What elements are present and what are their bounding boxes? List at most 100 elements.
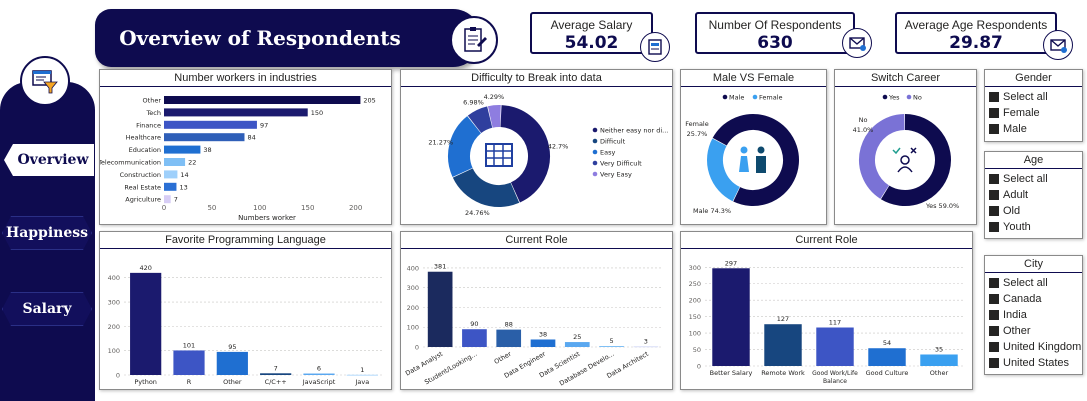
city-slicer: City Select all Canada India Other United Ki… bbox=[984, 255, 1083, 375]
bar bbox=[712, 268, 750, 366]
bar bbox=[633, 346, 659, 348]
slicer-option-age[interactable]: Youth bbox=[989, 219, 1082, 235]
slicer-option-age[interactable]: Select all bbox=[989, 171, 1082, 187]
bar bbox=[216, 351, 248, 375]
data-label: Yes 59.0% bbox=[925, 202, 959, 210]
kpi-label: Number Of Respondents bbox=[708, 18, 842, 32]
checkbox-icon[interactable] bbox=[989, 174, 999, 184]
data-label: 97 bbox=[260, 121, 268, 129]
bar bbox=[164, 133, 245, 142]
x-tick-label: 100 bbox=[253, 204, 266, 212]
slicer-option-city[interactable]: Select all bbox=[989, 275, 1082, 291]
male-head bbox=[757, 146, 765, 154]
slicer-option-city[interactable]: Canada bbox=[989, 291, 1082, 307]
checkbox-icon[interactable] bbox=[989, 278, 999, 288]
kpi-value: 29.87 bbox=[949, 33, 1003, 53]
data-label: 3 bbox=[644, 337, 648, 345]
nav-salary-button[interactable]: Salary bbox=[2, 292, 92, 326]
donut-hole bbox=[473, 130, 525, 182]
slicer-option-label: Select all bbox=[1003, 173, 1048, 185]
data-label: 38 bbox=[203, 146, 211, 154]
kpi-label: Average Age Respondents bbox=[904, 18, 1048, 32]
slicer-title: City bbox=[985, 256, 1082, 273]
x-tick-label: Java bbox=[354, 378, 369, 386]
slicer-option-gender[interactable]: Select all bbox=[989, 89, 1082, 105]
chart-title: Number workers in industries bbox=[100, 70, 391, 87]
data-label: 54 bbox=[883, 339, 891, 347]
current-role-bar-chart: 0100200300400 381Data Analyst90Student/Lo… bbox=[404, 263, 663, 388]
switch-career-donut-chart: Yes No Yes 59.0% No 41.0% bbox=[853, 94, 960, 211]
bar bbox=[530, 339, 556, 347]
data-label: 21.27% bbox=[428, 138, 453, 146]
slicer-option-city[interactable]: United Kingdom bbox=[989, 339, 1082, 355]
slicer-option-gender[interactable]: Female bbox=[989, 105, 1082, 121]
checkbox-icon[interactable] bbox=[989, 342, 999, 352]
slicer-option-city[interactable]: Other bbox=[989, 323, 1082, 339]
slicer-option-label: Adult bbox=[1003, 189, 1029, 201]
checkbox-icon[interactable] bbox=[989, 206, 999, 216]
y-tick-label: 100 bbox=[689, 330, 701, 338]
age-slicer: Age Select all Adult Old Youth bbox=[984, 151, 1083, 239]
slicer-option-age[interactable]: Adult bbox=[989, 187, 1082, 203]
male-body bbox=[756, 156, 766, 173]
checkbox-icon[interactable] bbox=[989, 358, 999, 368]
y-tick-label: 300 bbox=[108, 299, 120, 307]
slicer-option-label: Select all bbox=[1003, 277, 1048, 289]
legend-label: Difficult bbox=[600, 138, 626, 146]
languages-bar-chart: 0 100 200 300 400 420 Python 101 R 95 Other 7 C/C++ 6… bbox=[108, 264, 384, 386]
cross-mark bbox=[910, 147, 917, 154]
x-tick-label: 200 bbox=[349, 204, 362, 212]
legend-label: No bbox=[913, 94, 922, 102]
slicer-option-city[interactable]: India bbox=[989, 307, 1082, 323]
checkbox-icon[interactable] bbox=[989, 92, 999, 102]
nav-happiness-button[interactable]: Happiness bbox=[2, 216, 92, 250]
chart-title: Favorite Programming Language bbox=[100, 232, 391, 249]
slicer-option-gender[interactable]: Male bbox=[989, 121, 1082, 137]
checkbox-icon[interactable] bbox=[989, 222, 999, 232]
chart-title: Switch Career bbox=[835, 70, 976, 87]
x-tick-label: 50 bbox=[207, 204, 216, 212]
x-tick-label: JavaScript bbox=[302, 378, 336, 386]
checkbox-icon[interactable] bbox=[989, 190, 999, 200]
nav-overview-button[interactable]: Overview bbox=[4, 144, 94, 176]
y-tick-label: Real Estate bbox=[124, 183, 161, 191]
y-tick-label: 200 bbox=[108, 323, 120, 331]
checkbox-icon[interactable] bbox=[989, 326, 999, 336]
y-tick-label: 0 bbox=[116, 372, 120, 380]
career-switch-icon bbox=[892, 147, 917, 173]
data-label: No bbox=[859, 116, 868, 124]
chart-title: Current Role bbox=[401, 232, 672, 249]
y-tick-label: 300 bbox=[407, 284, 419, 292]
data-label: 420 bbox=[139, 264, 151, 272]
checkbox-icon[interactable] bbox=[989, 310, 999, 320]
data-label: 84 bbox=[247, 134, 255, 142]
slicer-option-city[interactable]: United States bbox=[989, 355, 1082, 371]
bar bbox=[130, 272, 162, 375]
y-tick-label: 200 bbox=[407, 304, 419, 312]
data-label: 297 bbox=[725, 259, 737, 267]
legend-marker bbox=[592, 160, 598, 166]
slicer-option-label: United States bbox=[1003, 357, 1070, 369]
checkbox-icon[interactable] bbox=[989, 294, 999, 304]
data-label: 7 bbox=[174, 196, 178, 204]
data-label: 117 bbox=[829, 319, 841, 327]
x-tick-label: Other bbox=[930, 369, 949, 377]
checkbox-icon[interactable] bbox=[989, 108, 999, 118]
legend-label: Very Easy bbox=[600, 171, 632, 179]
industries-chart-card: Number workers in industries 0 50 100 150 20… bbox=[99, 69, 392, 225]
checkbox-icon[interactable] bbox=[989, 124, 999, 134]
legend-label: Easy bbox=[600, 149, 615, 157]
y-tick-label: Agriculture bbox=[125, 196, 161, 204]
bar bbox=[164, 145, 201, 154]
slicer-option-label: United Kingdom bbox=[1003, 341, 1082, 353]
current-role-chart-card: Current Role 0 100 200 300 400 381 Data Analys… bbox=[400, 231, 673, 390]
slicer-option-age[interactable]: Old bbox=[989, 203, 1082, 219]
bar bbox=[462, 329, 487, 347]
y-tick-label: 0 bbox=[697, 363, 701, 371]
bar bbox=[764, 324, 802, 366]
y-tick-label: Construction bbox=[120, 171, 161, 179]
kpi-number-of-respondents: Number Of Respondents 630 bbox=[695, 12, 855, 54]
data-label: 1 bbox=[360, 366, 364, 374]
page-title: Overview of Respondents bbox=[119, 26, 401, 50]
x-tick-label: C/C++ bbox=[265, 378, 287, 386]
